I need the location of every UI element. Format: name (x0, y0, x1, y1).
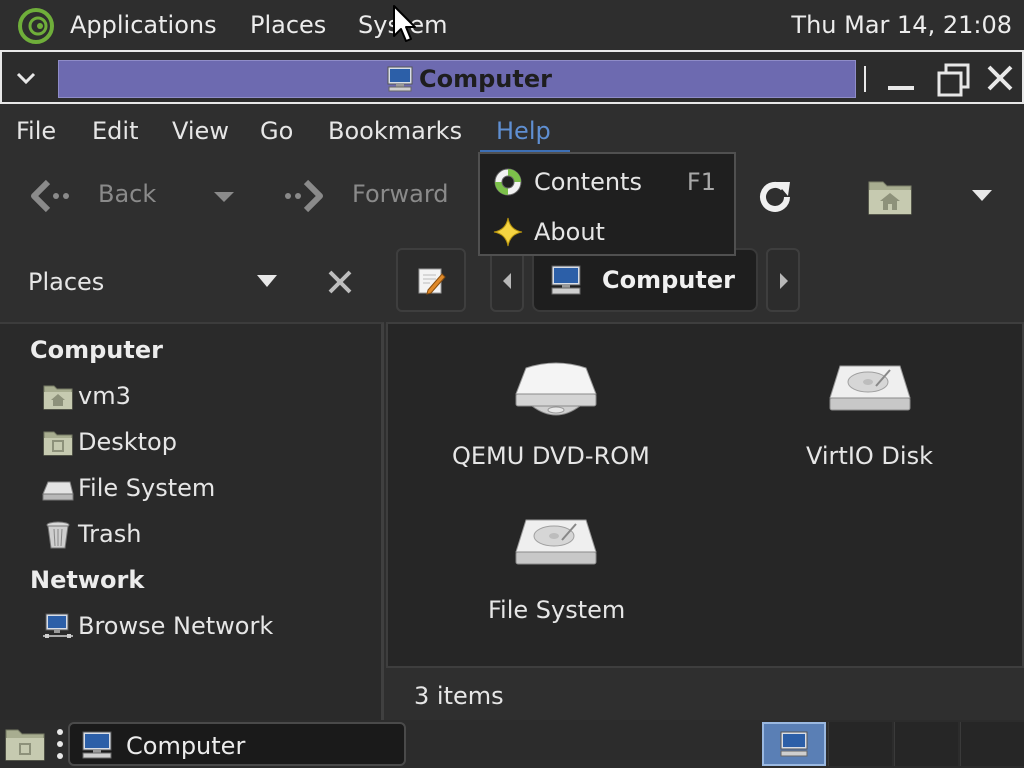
workspace-2[interactable] (828, 722, 892, 766)
sidebar-item-browse-network[interactable]: Browse Network (40, 610, 370, 644)
hard-disk-icon (515, 519, 597, 565)
clock[interactable]: Thu Mar 14, 21:08 (791, 11, 1012, 39)
drive-icon (42, 481, 74, 501)
file-item-label: QEMU DVD-ROM (452, 442, 650, 470)
window-thumbnail-icon (780, 731, 808, 757)
toolbar-overflow-dropdown-icon[interactable] (970, 188, 994, 204)
titlebar-separator (864, 66, 866, 92)
sidebar-title[interactable]: Places (28, 268, 104, 296)
workspace-3[interactable] (894, 722, 958, 766)
reload-icon[interactable] (754, 176, 796, 218)
taskbar-button-label: Computer (126, 732, 246, 760)
lifebuoy-icon (494, 168, 522, 196)
distro-logo-icon[interactable] (16, 6, 56, 46)
file-manager-window: Computer File Edit View Go Bookmarks Hel… (0, 50, 1024, 720)
titlebar[interactable]: Computer (0, 50, 1024, 104)
sidebar-item-label: vm3 (78, 382, 131, 410)
file-item-label: VirtIO Disk (806, 442, 933, 470)
sidebar-item-label: Desktop (78, 428, 177, 456)
window-menu-icon[interactable] (12, 64, 40, 92)
desktop-folder-icon (43, 431, 73, 456)
title-area[interactable]: Computer (58, 60, 856, 98)
bottom-panel: Computer (0, 720, 1024, 768)
file-view[interactable]: QEMU DVD-ROM VirtIO Disk File System (386, 322, 1024, 668)
back-history-dropdown-icon[interactable] (212, 190, 236, 204)
forward-arrow-icon[interactable] (282, 178, 326, 214)
chevron-left-icon (503, 273, 511, 289)
help-menu-item-shortcut: F1 (686, 168, 716, 196)
window-title: Computer (419, 65, 552, 93)
path-scroll-left-button[interactable] (490, 248, 524, 312)
menu-view[interactable]: View (172, 117, 229, 145)
edit-location-icon (418, 268, 446, 295)
help-menu-item-label: Contents (534, 168, 642, 196)
show-desktop-icon[interactable] (4, 724, 46, 762)
home-folder-icon (43, 385, 73, 410)
menu-go[interactable]: Go (260, 117, 293, 145)
computer-icon (82, 731, 112, 759)
sidebar-heading-network: Network (30, 566, 145, 594)
taskbar-button-computer[interactable]: Computer (68, 722, 406, 766)
path-scroll-right-button[interactable] (766, 248, 800, 312)
computer-icon (551, 265, 581, 295)
workspace-4[interactable] (960, 722, 1024, 766)
star-icon (493, 217, 523, 247)
sidebar-item-label: Browse Network (78, 612, 274, 640)
drag-handle-icon[interactable] (56, 728, 64, 760)
hard-disk-icon (829, 365, 911, 411)
statusbar: 3 items (386, 668, 1024, 720)
sidebar-item-file-system[interactable]: File System (40, 472, 370, 506)
back-arrow-icon[interactable] (28, 178, 72, 214)
home-icon[interactable] (866, 174, 914, 218)
path-crumb-label: Computer (602, 266, 735, 294)
applications-menu[interactable]: Applications (70, 11, 217, 39)
sidebar-item-trash[interactable]: Trash (40, 518, 370, 552)
sidebar-item-vm3[interactable]: vm3 (40, 380, 370, 414)
top-panel: Applications Places System Thu Mar 14, 2… (0, 0, 1024, 52)
places-menu[interactable]: Places (250, 11, 326, 39)
toggle-location-entry-button[interactable] (396, 248, 466, 312)
help-menu-about[interactable]: About (480, 208, 734, 256)
trash-icon (46, 521, 70, 549)
network-icon (43, 613, 73, 638)
mouse-cursor-icon (393, 5, 416, 42)
minimize-icon[interactable] (886, 64, 916, 94)
forward-label[interactable]: Forward (352, 180, 449, 208)
status-item-count: 3 items (414, 682, 504, 710)
optical-drive-icon (515, 362, 597, 416)
sidebar-heading-computer: Computer (30, 336, 163, 364)
path-crumb-computer[interactable]: Computer (532, 248, 758, 312)
workspace-1[interactable] (762, 722, 826, 766)
menubar: File Edit View Go Bookmarks Help (0, 104, 1024, 154)
computer-icon (387, 66, 413, 92)
sidebar-type-dropdown-icon[interactable] (256, 274, 278, 288)
sidebar: Computer vm3 Desktop File System Trash N… (0, 322, 384, 720)
sidebar-header: Places (0, 238, 384, 322)
back-label[interactable]: Back (98, 180, 156, 208)
sidebar-item-label: File System (78, 474, 216, 502)
menu-bookmarks[interactable]: Bookmarks (328, 117, 462, 145)
close-sidebar-icon[interactable] (326, 268, 354, 296)
menu-edit[interactable]: Edit (92, 117, 138, 145)
menu-file[interactable]: File (16, 117, 56, 145)
help-dropdown-menu: Contents F1 About (478, 152, 736, 256)
maximize-icon[interactable] (936, 62, 972, 98)
close-icon[interactable] (984, 62, 1016, 94)
file-item-label: File System (488, 596, 626, 624)
menu-help[interactable]: Help (496, 117, 551, 145)
sidebar-item-label: Trash (78, 520, 142, 548)
sidebar-item-desktop[interactable]: Desktop (40, 426, 370, 460)
help-menu-contents[interactable]: Contents F1 (480, 158, 734, 206)
chevron-right-icon (780, 273, 788, 289)
help-menu-item-label: About (534, 218, 605, 246)
